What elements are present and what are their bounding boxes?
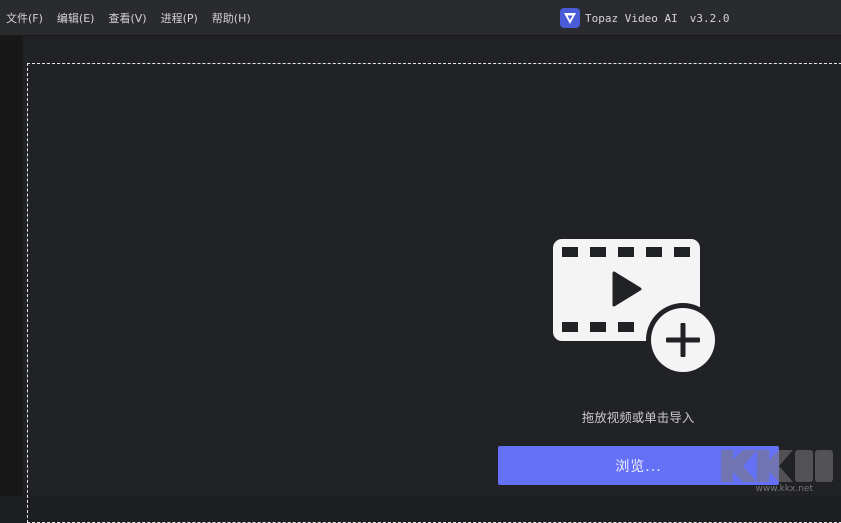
- app-version: v3.2.0: [690, 12, 730, 25]
- menu-edit[interactable]: 编辑(E): [57, 10, 95, 26]
- drop-hint-text: 拖放视频或单击导入: [503, 407, 773, 426]
- video-add-icon[interactable]: [553, 236, 723, 378]
- app-name: Topaz Video AI: [585, 12, 678, 25]
- topaz-logo-icon: [560, 8, 580, 28]
- watermark-text: www.kkx.net: [756, 484, 814, 494]
- menu-view[interactable]: 查看(V): [108, 10, 146, 26]
- menu-process[interactable]: 进程(P): [161, 10, 198, 26]
- menu-help[interactable]: 帮助(H): [212, 10, 251, 26]
- left-strip: [0, 36, 23, 496]
- menu-file[interactable]: 文件(F): [6, 10, 43, 26]
- app-title-area: Topaz Video AI v3.2.0: [560, 0, 729, 36]
- main-area: 拖放视频或单击导入 浏览...: [23, 36, 841, 496]
